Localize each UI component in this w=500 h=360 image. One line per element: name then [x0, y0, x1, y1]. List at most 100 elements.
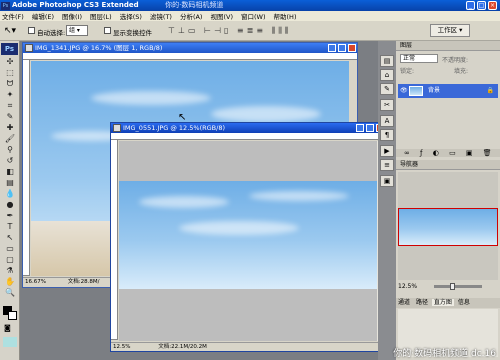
- dock-info-icon[interactable]: ≡: [380, 159, 394, 171]
- dock-character-icon[interactable]: A: [380, 115, 394, 127]
- doc1-maximize-button[interactable]: [338, 44, 346, 52]
- dock-history-icon[interactable]: ⌂: [380, 69, 394, 81]
- dock-layers-icon[interactable]: ▤: [380, 55, 394, 67]
- navigator-tab-label: 导航器: [400, 161, 419, 168]
- menu-analysis[interactable]: 分析(A): [180, 11, 203, 21]
- eyedropper-icon[interactable]: ⚗: [3, 266, 17, 276]
- menu-edit[interactable]: 编辑(E): [32, 11, 54, 21]
- dock-actions-icon[interactable]: ▶: [380, 145, 394, 157]
- auto-select-value: 组: [69, 27, 76, 34]
- menu-select[interactable]: 选择(S): [120, 11, 142, 21]
- lock-label: 锁定:: [400, 68, 415, 75]
- document-title-text-2: IMG_0551.JPG @ 12.5%(RGB/8): [123, 124, 225, 132]
- menu-file[interactable]: 文件(F): [2, 11, 24, 21]
- tab-channels[interactable]: 通道: [396, 299, 412, 306]
- gradient-tool-icon[interactable]: ▤: [3, 178, 17, 188]
- blur-tool-icon[interactable]: 💧: [3, 189, 17, 199]
- clone-stamp-icon[interactable]: ⚲: [3, 145, 17, 155]
- background-color-swatch[interactable]: [8, 311, 17, 320]
- horizontal-ruler-1: [23, 53, 357, 60]
- document-title-2: IMG_0551.JPG @ 12.5%(RGB/8): [111, 123, 385, 133]
- quick-mask-icon[interactable]: ◙: [4, 324, 16, 333]
- lasso-tool-icon[interactable]: ᗢ: [3, 79, 17, 89]
- navigator-panel-tab[interactable]: 导航器: [396, 160, 500, 170]
- workspace-button[interactable]: 工作区 ▾: [430, 24, 470, 37]
- menu-filter[interactable]: 滤镜(T): [150, 11, 172, 21]
- status-bar-2: 12.5% 文档:22.1M/20.2M: [111, 342, 385, 351]
- document-title-1: IMG_1341.JPG @ 16.7% (图层 1, RGB/8): [23, 43, 357, 53]
- navigator-zoom-value[interactable]: 12.5%: [398, 283, 417, 290]
- layer-name: 背景: [428, 87, 441, 94]
- align-buttons[interactable]: ⊤⊥▭ ⊢⊣▯ ≡≣≡ ⫼⫼⫼: [168, 26, 368, 36]
- eye-icon[interactable]: 👁: [400, 87, 408, 95]
- ps-logo: Ps: [1, 43, 18, 55]
- hand-tool-icon[interactable]: ✋: [3, 277, 17, 287]
- move-tool-icon[interactable]: ✣: [3, 57, 17, 67]
- dock-brush-icon[interactable]: ✎: [380, 83, 394, 95]
- layer-row-background[interactable]: 👁 背景 🔒: [398, 84, 498, 98]
- type-tool-icon[interactable]: T: [3, 222, 17, 232]
- auto-select-label: 自动选择:: [37, 29, 66, 37]
- dock-paragraph-icon[interactable]: ¶: [380, 129, 394, 141]
- blend-mode-dropdown[interactable]: 正常: [400, 54, 438, 63]
- doc2-minimize-button[interactable]: [356, 124, 364, 132]
- doc1-minimize-button[interactable]: [328, 44, 336, 52]
- lock-icon: 🔒: [486, 87, 494, 94]
- tab-paths[interactable]: 路径: [414, 299, 430, 306]
- doc2-maximize-button[interactable]: [366, 124, 374, 132]
- maximize-button[interactable]: □: [477, 1, 486, 10]
- zoom-tool-icon[interactable]: 🔍: [3, 288, 17, 298]
- layers-panel-tab[interactable]: 图层: [396, 41, 500, 51]
- crop-tool-icon[interactable]: ⌗: [3, 101, 17, 111]
- marquee-tool-icon[interactable]: ⬚: [3, 68, 17, 78]
- slider-thumb[interactable]: [450, 283, 455, 290]
- tab-info[interactable]: 信息: [456, 299, 472, 306]
- pen-tool-icon[interactable]: ✒: [3, 211, 17, 221]
- right-panels: 图层 正常 不透明度: 锁定: 填充: 👁 背景 🔒 ∞ ƒ ◐ ▭ ▣ 🗑 导…: [396, 41, 500, 360]
- dock-tools-icon[interactable]: ✂: [380, 99, 394, 111]
- navigator-preview-area: [398, 172, 498, 280]
- menu-layer[interactable]: 图层(L): [90, 11, 112, 21]
- dodge-tool-icon[interactable]: ●: [3, 200, 17, 210]
- menu-image[interactable]: 图像(I): [62, 11, 82, 21]
- minimize-button[interactable]: _: [466, 1, 475, 10]
- auto-select-checkbox[interactable]: [28, 27, 35, 36]
- doc-size-readout-2: 文档:22.1M/20.2M: [158, 344, 207, 350]
- tab-histogram[interactable]: 直方图: [431, 299, 454, 306]
- navigator-zoom-slider[interactable]: [434, 283, 482, 290]
- brush-tool-icon[interactable]: 🖌: [3, 134, 17, 144]
- show-transform-checkbox[interactable]: [104, 27, 111, 36]
- app-title: Adobe Photoshop CS3 Extended: [12, 1, 139, 9]
- path-select-icon[interactable]: ↖: [3, 233, 17, 243]
- move-tool-preset-icon[interactable]: ↖▾: [4, 25, 22, 37]
- vertical-ruler-2: [111, 140, 118, 340]
- document-window-2[interactable]: IMG_0551.JPG @ 12.5%(RGB/8) 12.5% 文档:22.…: [110, 122, 386, 352]
- menu-window[interactable]: 窗口(W): [241, 11, 266, 21]
- notes-tool-icon[interactable]: ▢: [3, 255, 17, 265]
- history-brush-icon[interactable]: ↺: [3, 156, 17, 166]
- blend-mode-value: 正常: [403, 55, 416, 62]
- magic-wand-icon[interactable]: ✦: [3, 90, 17, 100]
- screen-mode-icon[interactable]: [3, 337, 17, 347]
- menu-view[interactable]: 视图(V): [210, 11, 233, 21]
- document-icon: [113, 124, 121, 132]
- fill-label: 填充:: [454, 68, 469, 75]
- shape-tool-icon[interactable]: ▭: [3, 244, 17, 254]
- zoom-readout-1: 16.67%: [25, 279, 46, 285]
- sky-image: [119, 181, 377, 289]
- doc1-close-button[interactable]: [348, 44, 356, 52]
- layers-footer-icons[interactable]: ∞ ƒ ◐ ▭ ▣ 🗑: [396, 149, 500, 157]
- healing-brush-icon[interactable]: ✚: [3, 123, 17, 133]
- dock-swatches-icon[interactable]: ▣: [380, 175, 394, 187]
- navigator-thumbnail[interactable]: [398, 208, 498, 246]
- auto-select-dropdown[interactable]: 组 ▾: [66, 25, 88, 36]
- doc-size-readout-1: 文档:28.8M/: [67, 279, 100, 285]
- close-button[interactable]: ×: [488, 1, 497, 10]
- slice-tool-icon[interactable]: ✎: [3, 112, 17, 122]
- app-icon: Ps: [1, 2, 10, 10]
- options-bar: ↖▾ 自动选择: 组 ▾ 显示变换控件 ⊤⊥▭ ⊢⊣▯ ≡≣≡ ⫼⫼⫼ 工作区 …: [0, 21, 500, 41]
- eraser-tool-icon[interactable]: ◧: [3, 167, 17, 177]
- document-canvas-2[interactable]: [119, 141, 377, 341]
- menu-help[interactable]: 帮助(H): [274, 11, 297, 21]
- horizontal-ruler-2: [111, 133, 385, 140]
